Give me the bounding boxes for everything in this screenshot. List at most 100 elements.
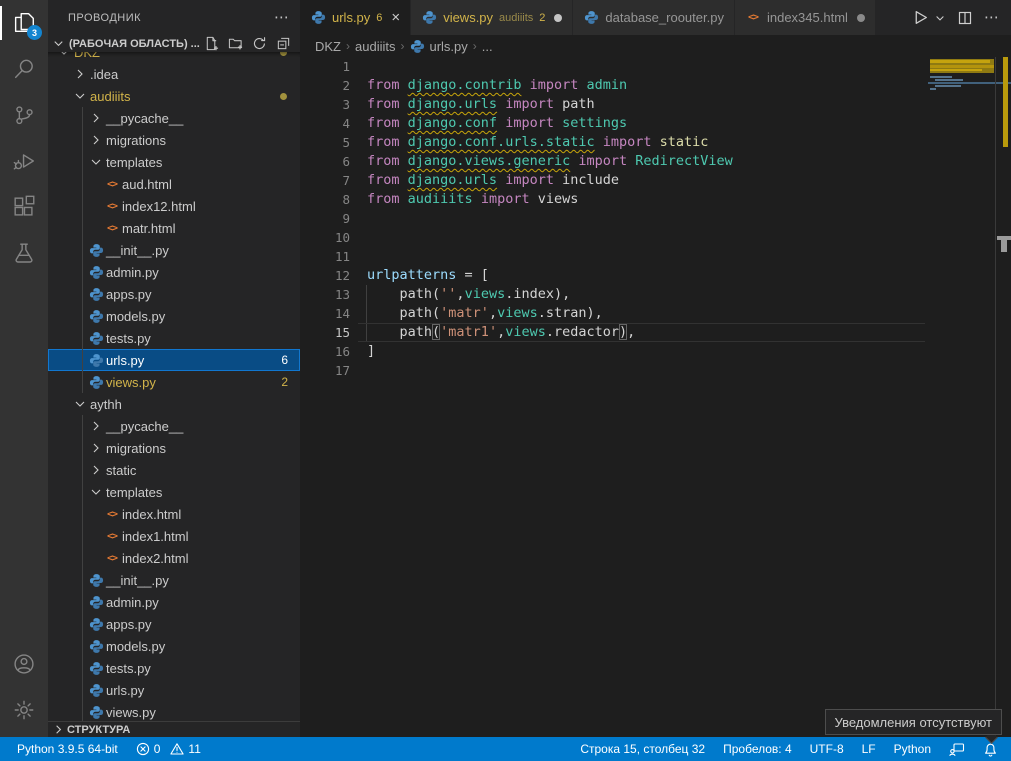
- python-file-icon: [88, 308, 104, 324]
- tree-item-__init__.py[interactable]: __init__.py: [48, 239, 300, 261]
- code-line-10[interactable]: 10: [300, 228, 925, 247]
- tree-item-index.html[interactable]: <>index.html: [48, 503, 300, 525]
- tree-item-apps.py[interactable]: apps.py: [48, 613, 300, 635]
- line-number: 10: [300, 228, 350, 247]
- refresh-icon[interactable]: [252, 36, 267, 51]
- explorer-more-actions-button[interactable]: ⋯: [274, 13, 290, 23]
- tree-item-aud.html[interactable]: <>aud.html: [48, 173, 300, 195]
- workspace-section-header[interactable]: (РАБОЧАЯ ОБЛАСТЬ) ...: [48, 35, 300, 52]
- activity-item-explorer[interactable]: 3: [0, 0, 48, 46]
- code-line-4[interactable]: 4from django.conf import settings: [300, 114, 925, 133]
- tree-item-index2.html[interactable]: <>index2.html: [48, 547, 300, 569]
- activity-item-search[interactable]: [0, 46, 48, 92]
- tree-item-templates[interactable]: templates: [48, 151, 300, 173]
- split-editor-button[interactable]: [957, 10, 973, 26]
- search-icon: [11, 56, 37, 82]
- tree-item-migrations[interactable]: migrations: [48, 437, 300, 459]
- python-file-icon: [88, 264, 104, 280]
- modified-dot: [280, 52, 287, 56]
- tree-item-static[interactable]: static: [48, 459, 300, 481]
- tree-item-admin.py[interactable]: admin.py: [48, 261, 300, 283]
- chevron-down-icon: [72, 88, 88, 104]
- activity-item-extensions[interactable]: [0, 184, 48, 230]
- tree-item-migrations[interactable]: migrations: [48, 129, 300, 151]
- tree-item-__pycache__[interactable]: __pycache__: [48, 415, 300, 437]
- run-dropdown-chevron-icon[interactable]: [934, 12, 946, 24]
- tree-item-models.py[interactable]: models.py: [48, 305, 300, 327]
- activity-item-accounts[interactable]: [0, 641, 48, 687]
- new-file-button[interactable]: [204, 36, 219, 51]
- python-interpreter-status[interactable]: Python 3.9.5 64-bit: [17, 742, 118, 756]
- tree-item-admin.py[interactable]: admin.py: [48, 591, 300, 613]
- cursor-position-status[interactable]: Строка 15, столбец 32: [580, 742, 705, 756]
- code-line-15[interactable]: 15 path('matr1',views.redactor),: [300, 323, 925, 342]
- tree-indent-guide: [82, 195, 83, 217]
- breadcrumb-item-audiiits[interactable]: audiiits: [355, 39, 395, 54]
- tree-item-urls.py[interactable]: urls.py: [48, 679, 300, 701]
- breadcrumb-item-DKZ[interactable]: DKZ: [315, 39, 341, 54]
- code-line-5[interactable]: 5from django.conf.urls.static import sta…: [300, 133, 925, 152]
- tree-item-apps.py[interactable]: apps.py: [48, 283, 300, 305]
- html-file-icon: <>: [104, 198, 120, 214]
- tree-item-DKZ[interactable]: DKZ: [48, 52, 300, 63]
- code-line-6[interactable]: 6from django.views.generic import Redire…: [300, 152, 925, 171]
- activity-item-settings[interactable]: [0, 687, 48, 733]
- tree-item-index12.html[interactable]: <>index12.html: [48, 195, 300, 217]
- breadcrumb-item-urls.py[interactable]: urls.py: [409, 38, 467, 54]
- code-line-16[interactable]: 16]: [300, 342, 925, 361]
- close-icon[interactable]: ×: [391, 10, 400, 25]
- tab-database_roouter.py[interactable]: database_roouter.py: [573, 0, 735, 35]
- indentation-status[interactable]: Пробелов: 4: [723, 742, 792, 756]
- tree-item-.idea[interactable]: .idea: [48, 63, 300, 85]
- collapse-all-icon[interactable]: [276, 36, 291, 51]
- encoding-status[interactable]: UTF-8: [810, 742, 844, 756]
- tree-item-views.py[interactable]: views.py: [48, 701, 300, 722]
- activity-item-testing[interactable]: [0, 230, 48, 276]
- tree-item-index1.html[interactable]: <>index1.html: [48, 525, 300, 547]
- code-line-12[interactable]: 12urlpatterns = [: [300, 266, 925, 285]
- html-file-icon: <>: [104, 506, 120, 522]
- outline-section-header[interactable]: СТРУКТУРА: [48, 721, 300, 737]
- tree-item-__pycache__[interactable]: __pycache__: [48, 107, 300, 129]
- breadcrumb-item-...[interactable]: ...: [482, 39, 493, 54]
- editor-more-actions-button[interactable]: ⋯: [984, 13, 1000, 23]
- code-line-17[interactable]: 17: [300, 361, 925, 380]
- tree-item-tests.py[interactable]: tests.py: [48, 657, 300, 679]
- code-editor[interactable]: 12from django.contrib import admin3from …: [300, 57, 1011, 737]
- code-line-1[interactable]: 1: [300, 57, 925, 76]
- feedback-button[interactable]: [949, 742, 965, 757]
- code-line-11[interactable]: 11: [300, 247, 925, 266]
- html-file-icon: <>: [104, 528, 120, 544]
- source-control-icon: [11, 102, 37, 128]
- activity-item-run-debug[interactable]: [0, 138, 48, 184]
- new-folder-button[interactable]: [228, 36, 243, 51]
- code-line-7[interactable]: 7from django.urls import include: [300, 171, 925, 190]
- code-line-3[interactable]: 3from django.urls import path: [300, 95, 925, 114]
- code-line-14[interactable]: 14 path('matr',views.stran),: [300, 304, 925, 323]
- run-python-file-button[interactable]: [912, 9, 929, 26]
- tree-item-matr.html[interactable]: <>matr.html: [48, 217, 300, 239]
- tree-item-templates[interactable]: templates: [48, 481, 300, 503]
- tree-item-models.py[interactable]: models.py: [48, 635, 300, 657]
- code-line-13[interactable]: 13 path('',views.index),: [300, 285, 925, 304]
- code-line-2[interactable]: 2from django.contrib import admin: [300, 76, 925, 95]
- tree-item-tests.py[interactable]: tests.py: [48, 327, 300, 349]
- tab-views.py[interactable]: views.pyaudiiits2: [411, 0, 573, 35]
- tree-item-audiiits[interactable]: audiiits: [48, 85, 300, 107]
- code-line-9[interactable]: 9: [300, 209, 925, 228]
- overview-ruler[interactable]: [995, 57, 1011, 737]
- minimap[interactable]: [928, 57, 996, 737]
- tree-item-aythh[interactable]: aythh: [48, 393, 300, 415]
- modified-dot: [554, 14, 562, 22]
- language-mode-status[interactable]: Python: [894, 742, 931, 756]
- tree-item-views.py[interactable]: views.py2: [48, 371, 300, 393]
- activity-item-source-control[interactable]: [0, 92, 48, 138]
- tab-index345.html[interactable]: <>index345.html: [735, 0, 876, 35]
- problems-status[interactable]: 0 11: [136, 742, 207, 756]
- tab-urls.py[interactable]: urls.py6×: [300, 0, 411, 35]
- tree-item-label: apps.py: [106, 617, 152, 632]
- tree-item-urls.py[interactable]: urls.py6: [48, 349, 300, 371]
- tree-item-__init__.py[interactable]: __init__.py: [48, 569, 300, 591]
- code-line-8[interactable]: 8from audiiits import views: [300, 190, 925, 209]
- eol-status[interactable]: LF: [862, 742, 876, 756]
